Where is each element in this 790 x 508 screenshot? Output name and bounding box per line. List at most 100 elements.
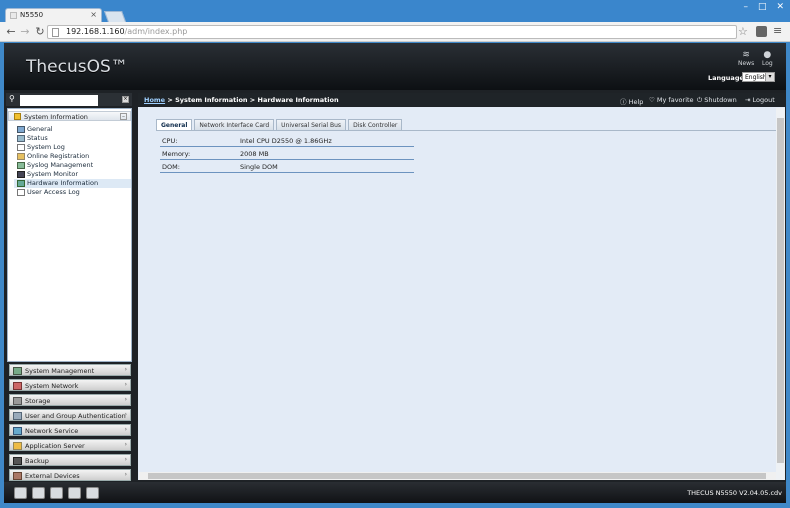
sidebar-item-label: System Monitor — [27, 170, 79, 178]
hardware-icon — [17, 180, 25, 187]
extension-icon[interactable] — [756, 26, 767, 37]
my-favorite-label: My favorite — [656, 96, 694, 104]
my-favorite-button[interactable]: ♡ My favorite — [649, 96, 694, 104]
registration-icon — [17, 153, 25, 160]
language-label: Language: — [708, 74, 747, 82]
maximize-icon[interactable]: □ — [758, 2, 767, 12]
category-external-devices[interactable]: External Devices › — [9, 469, 131, 481]
category-label: User and Group Authentication — [25, 412, 126, 420]
storage-icon — [13, 397, 22, 405]
forward-arrow-icon[interactable]: → — [18, 25, 32, 38]
sidebar-item-system-log[interactable]: System Log — [14, 143, 131, 152]
browser-tab[interactable]: N5550 × — [5, 8, 102, 22]
language-select[interactable]: English ▾ — [742, 72, 775, 82]
category-system-network[interactable]: System Network › — [9, 379, 131, 391]
logout-icon: ⇥ — [745, 96, 751, 104]
info-value: Intel CPU D2550 @ 1.86GHz — [240, 137, 332, 145]
status-icon — [17, 135, 25, 142]
news-label: News — [738, 60, 755, 67]
category-backup[interactable]: Backup › — [9, 454, 131, 466]
close-tab-icon[interactable]: × — [90, 10, 97, 19]
breadcrumb-home-link[interactable]: Home — [144, 96, 165, 104]
syslog-icon — [17, 162, 25, 169]
category-application-server[interactable]: Application Server › — [9, 439, 131, 451]
chevron-right-icon: › — [124, 441, 127, 448]
fan-icon[interactable] — [50, 487, 63, 499]
sidebar-group-title: System Information — [24, 113, 88, 121]
new-tab-button[interactable] — [103, 11, 127, 22]
list-view-icon[interactable] — [14, 487, 27, 499]
info-key: Memory: — [162, 150, 191, 158]
help-icon: ⓘ — [620, 98, 627, 106]
vertical-scroll-thumb[interactable] — [777, 118, 784, 463]
thecus-logo: ThecusOS™ — [26, 57, 128, 77]
chevron-right-icon: › — [124, 426, 127, 433]
browser-menu-icon[interactable]: ≡ — [773, 24, 782, 37]
breadcrumb-path: > System Information > Hardware Informat… — [165, 96, 339, 104]
shutdown-label: Shutdown — [704, 96, 737, 104]
sidebar-item-syslog-management[interactable]: Syslog Management — [14, 161, 131, 170]
bookmark-star-icon[interactable]: ☆ — [738, 25, 748, 38]
external-device-icon — [13, 472, 22, 480]
browser-tab-title: N5550 — [20, 11, 44, 19]
menu-search-input[interactable] — [20, 95, 98, 106]
search-clear-icon[interactable]: × — [122, 96, 129, 103]
log-label: Log — [762, 60, 773, 67]
collapse-icon[interactable]: – — [120, 113, 127, 120]
info-row-dom: DOM: Single DOM — [160, 160, 414, 173]
sidebar-item-label: System Log — [27, 143, 65, 151]
sidebar-item-general[interactable]: General — [14, 125, 131, 134]
news-button[interactable]: ≋ News — [738, 50, 754, 67]
network-icon — [13, 382, 22, 390]
category-user-group-authentication[interactable]: User and Group Authentication › — [9, 409, 131, 421]
camera-icon[interactable] — [32, 487, 45, 499]
sidebar-item-label: Syslog Management — [27, 161, 94, 169]
minimize-icon[interactable]: – — [743, 2, 748, 12]
category-label: External Devices — [25, 472, 80, 480]
chevron-right-icon: › — [124, 411, 127, 418]
sidebar-group-system-information[interactable]: System Information – — [8, 111, 131, 121]
users-icon — [13, 412, 22, 420]
chevron-right-icon: › — [124, 471, 127, 478]
reload-icon[interactable]: ↻ — [33, 25, 47, 38]
sidebar-item-online-registration[interactable]: Online Registration — [14, 152, 131, 161]
info-icon — [14, 113, 21, 120]
sidebar-item-user-access-log[interactable]: User Access Log — [14, 188, 131, 197]
sidebar-item-label: Hardware Information — [27, 179, 99, 187]
firmware-version: THECUS N5550 V2.04.05.cdv — [687, 489, 782, 497]
info-key: DOM: — [162, 163, 180, 171]
back-arrow-icon[interactable]: ← — [4, 25, 18, 38]
network-tree-icon[interactable] — [86, 487, 99, 499]
search-icon: ⚲ — [9, 94, 15, 103]
sidebar-item-system-monitor[interactable]: System Monitor — [14, 170, 131, 179]
shutdown-button[interactable]: ⏻ Shutdown — [697, 96, 737, 105]
log-button[interactable]: ● Log — [762, 50, 773, 67]
horizontal-scroll-thumb[interactable] — [148, 473, 766, 479]
category-network-service[interactable]: Network Service › — [9, 424, 131, 436]
help-button[interactable]: ⓘ Help — [620, 96, 643, 106]
sidebar-item-status[interactable]: Status — [14, 134, 131, 143]
sidebar-item-label: Status — [27, 134, 48, 142]
close-window-icon[interactable]: ✕ — [776, 2, 784, 12]
page-icon — [52, 28, 59, 37]
tab-divider — [156, 130, 776, 131]
category-system-management[interactable]: System Management › — [9, 364, 131, 376]
info-value: Single DOM — [240, 163, 278, 171]
category-label: Storage — [25, 397, 51, 405]
power-icon: ⏻ — [697, 96, 703, 104]
category-storage[interactable]: Storage › — [9, 394, 131, 406]
address-bar[interactable]: 192.168.1.160/adm/index.php — [47, 25, 737, 39]
info-row-cpu: CPU: Intel CPU D2550 @ 1.86GHz — [160, 134, 414, 147]
breadcrumb: Home > System Information > Hardware Inf… — [144, 96, 339, 104]
access-log-icon — [17, 189, 25, 196]
chevron-right-icon: › — [124, 396, 127, 403]
category-label: Application Server — [25, 442, 85, 450]
info-key: CPU: — [162, 137, 178, 145]
category-label: Backup — [25, 457, 49, 465]
sidebar-item-hardware-information[interactable]: Hardware Information — [14, 179, 131, 188]
logout-label: Logout — [752, 96, 775, 104]
logout-button[interactable]: ⇥ Logout — [745, 96, 775, 104]
sidebar-item-label: General — [27, 125, 53, 133]
thermometer-icon[interactable] — [68, 487, 81, 499]
window-controls: – □ ✕ — [743, 2, 784, 12]
